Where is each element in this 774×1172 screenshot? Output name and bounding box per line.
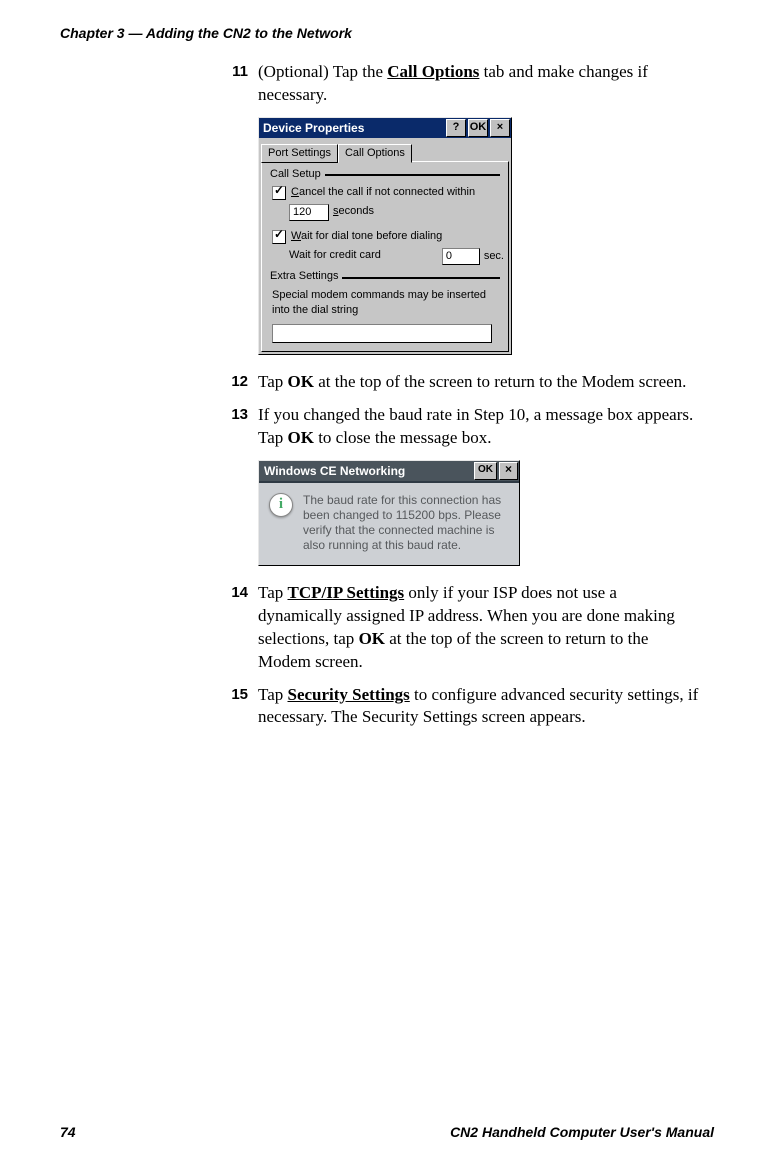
- ok-ref: OK: [288, 428, 314, 447]
- msgbox-text: The baud rate for this connection has be…: [303, 493, 509, 553]
- step-13: 13 If you changed the baud rate in Step …: [220, 404, 699, 450]
- networking-messagebox: Windows CE Networking OK × i The baud ra…: [258, 460, 520, 566]
- step-text: Tap Security Settings to configure advan…: [258, 684, 699, 730]
- step-number: 11: [220, 61, 258, 107]
- timeout-input[interactable]: 120: [289, 204, 329, 221]
- text-fragment: Tap: [258, 372, 288, 391]
- info-icon: i: [269, 493, 293, 517]
- dialog-title: Device Properties: [263, 120, 364, 136]
- running-header: Chapter 3 — Adding the CN2 to the Networ…: [60, 24, 714, 43]
- cancel-call-checkbox[interactable]: [272, 186, 286, 200]
- step-number: 12: [220, 371, 258, 394]
- text-fragment: Tap: [258, 685, 288, 704]
- wait-dialtone-checkbox[interactable]: [272, 230, 286, 244]
- credit-seconds-input[interactable]: 0: [442, 248, 480, 265]
- step-14: 14 Tap TCP/IP Settings only if your ISP …: [220, 582, 699, 674]
- extra-settings-input[interactable]: [272, 324, 492, 343]
- ok-ref: OK: [288, 372, 314, 391]
- group-label: Call Setup: [270, 167, 325, 182]
- tab-panel: Call Setup Cancel the call if not connec…: [261, 161, 509, 352]
- step-number: 14: [220, 582, 258, 674]
- ok-button[interactable]: OK: [468, 119, 488, 137]
- extra-help-text: Special modem commands may be inserted i…: [272, 288, 500, 318]
- msgbox-close-button[interactable]: ×: [499, 462, 518, 480]
- group-call-setup: Call Setup: [270, 167, 500, 182]
- step-text: Tap OK at the top of the screen to retur…: [258, 371, 699, 394]
- cancel-call-label: Cancel the call if not connected within: [291, 185, 475, 200]
- msgbox-title: Windows CE Networking: [264, 463, 405, 479]
- page-number: 74: [60, 1123, 76, 1142]
- page-footer: 74 CN2 Handheld Computer User's Manual: [60, 1103, 714, 1142]
- step-text: If you changed the baud rate in Step 10,…: [258, 404, 699, 450]
- close-button[interactable]: ×: [490, 119, 510, 137]
- msgbox-titlebar: Windows CE Networking OK ×: [259, 461, 519, 483]
- security-settings-ref: Security Settings: [288, 685, 410, 704]
- step-number: 15: [220, 684, 258, 730]
- msgbox-ok-button[interactable]: OK: [474, 462, 497, 480]
- text-fragment: Tap: [258, 583, 288, 602]
- ok-ref: OK: [359, 629, 385, 648]
- group-label: Extra Settings: [270, 269, 342, 284]
- step-number: 13: [220, 404, 258, 450]
- step-11: 11 (Optional) Tap the Call Options tab a…: [220, 61, 699, 107]
- tcpip-settings-ref: TCP/IP Settings: [288, 583, 405, 602]
- step-12: 12 Tap OK at the top of the screen to re…: [220, 371, 699, 394]
- text-fragment: (Optional) Tap the: [258, 62, 387, 81]
- text-fragment: at the top of the screen to return to th…: [314, 372, 686, 391]
- step-text: Tap TCP/IP Settings only if your ISP doe…: [258, 582, 699, 674]
- dialog-titlebar: Device Properties ? OK ×: [259, 118, 511, 138]
- device-properties-dialog: Device Properties ? OK × Port Settings C…: [258, 117, 512, 355]
- wait-credit-label: Wait for credit card: [289, 248, 381, 263]
- tab-port-settings[interactable]: Port Settings: [261, 144, 338, 163]
- wait-dialtone-label: Wait for dial tone before dialing: [291, 229, 442, 244]
- tab-call-options[interactable]: Call Options: [338, 144, 412, 163]
- call-options-label: Call Options: [387, 62, 479, 81]
- text-fragment: to close the message box.: [314, 428, 492, 447]
- manual-title: CN2 Handheld Computer User's Manual: [450, 1123, 714, 1142]
- step-15: 15 Tap Security Settings to configure ad…: [220, 684, 699, 730]
- help-button[interactable]: ?: [446, 119, 466, 137]
- step-text: (Optional) Tap the Call Options tab and …: [258, 61, 699, 107]
- credit-unit: sec.: [484, 250, 504, 262]
- group-extra-settings: Extra Settings: [270, 269, 500, 284]
- timeout-unit: seconds: [333, 204, 374, 219]
